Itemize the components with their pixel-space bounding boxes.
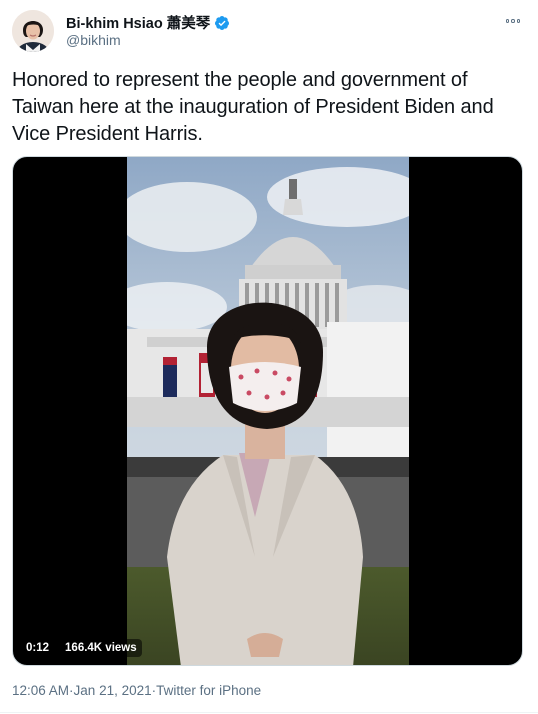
tweet-meta: 12:06 AM · Jan 21, 2021 · Twitter for iP… [12, 683, 261, 698]
author-avatar[interactable] [12, 10, 54, 52]
avatar-image [12, 10, 54, 52]
video-duration: 0:12 [21, 639, 55, 657]
video-thumbnail [127, 157, 409, 665]
video-stats-overlay: 0:12 166.4K views [21, 639, 142, 657]
verified-badge-icon [214, 15, 230, 31]
video-views: 166.4K views [60, 639, 142, 657]
divider [0, 712, 538, 713]
tweet: Bi-khim Hsiao 蕭美琴 @bikhim Honored to rep… [0, 0, 538, 714]
author-name-row: Bi-khim Hsiao 蕭美琴 [66, 12, 230, 33]
author-display-name[interactable]: Bi-khim Hsiao 蕭美琴 [66, 12, 210, 33]
more-options-icon[interactable] [502, 14, 524, 28]
tweet-text: Honored to represent the people and gove… [12, 69, 494, 145]
tweet-time[interactable]: 12:06 AM [12, 683, 69, 698]
tweet-date[interactable]: Jan 21, 2021 [74, 683, 152, 698]
video-player[interactable]: 0:12 166.4K views [12, 156, 523, 666]
tweet-source[interactable]: Twitter for iPhone [156, 683, 261, 698]
author-handle[interactable]: @bikhim [66, 32, 121, 48]
